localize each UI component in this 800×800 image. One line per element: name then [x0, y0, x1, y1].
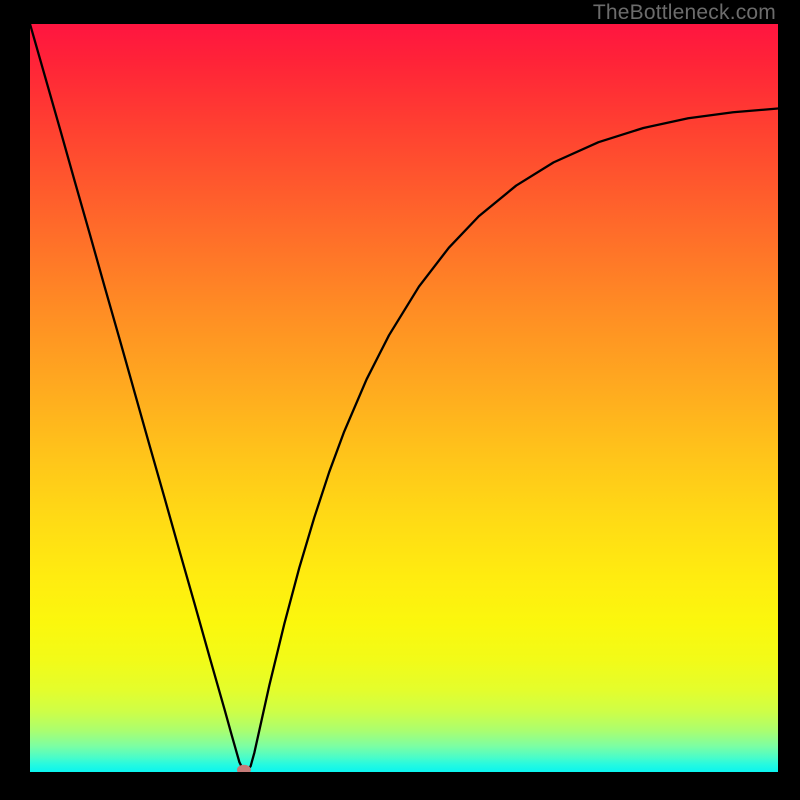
plot-area [30, 24, 778, 772]
bottleneck-curve [30, 24, 778, 771]
chart-frame: TheBottleneck.com [0, 0, 800, 800]
min-marker [237, 765, 251, 772]
curve-svg [30, 24, 778, 772]
watermark-text: TheBottleneck.com [593, 1, 776, 25]
